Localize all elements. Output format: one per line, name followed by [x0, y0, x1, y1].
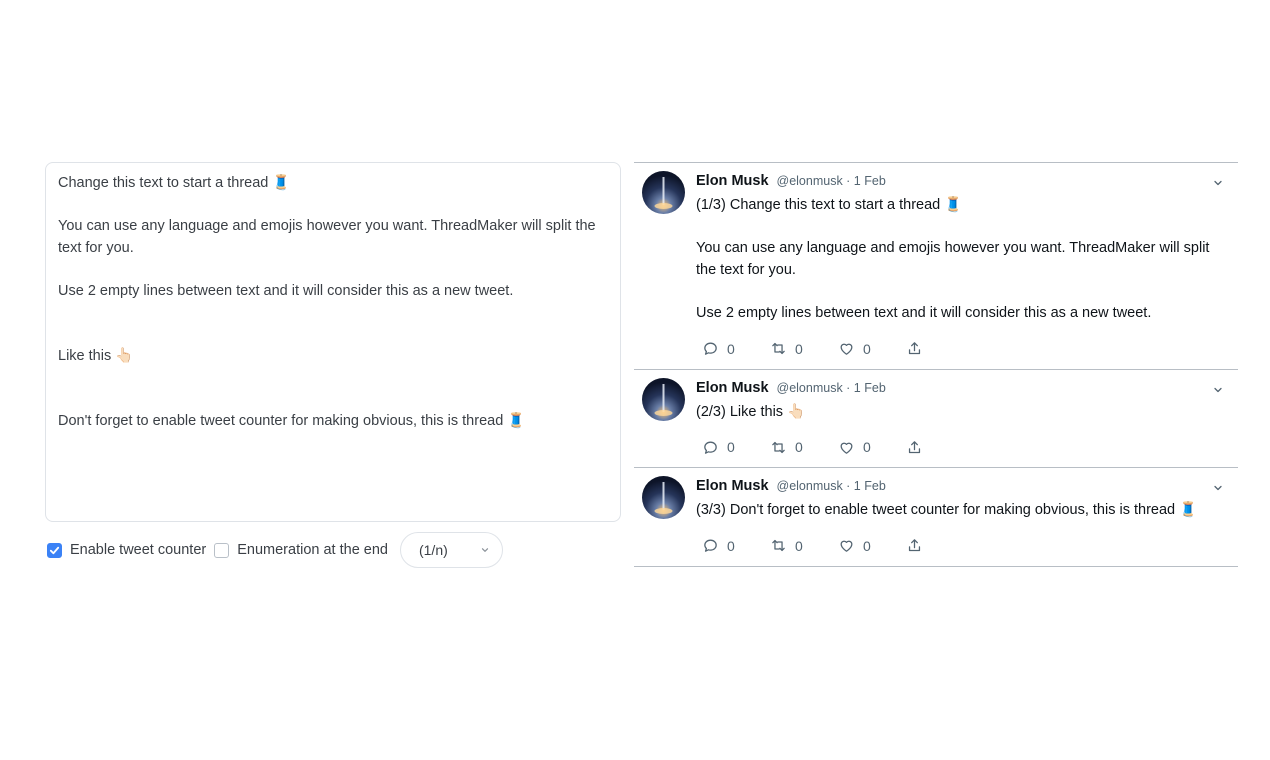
tweet-menu-button[interactable] — [1212, 383, 1224, 401]
rocket-launch-avatar-icon — [642, 476, 685, 520]
share-icon — [906, 340, 923, 357]
tweet-actions: 0 0 0 — [696, 339, 1222, 359]
author-meta: @elonmusk · 1 Feb — [776, 380, 886, 395]
tweet-card: Elon Musk @elonmusk · 1 Feb (2/3) Like t… — [634, 370, 1238, 469]
chevron-down-icon — [481, 548, 489, 552]
counter-format-value: (1/n) — [418, 542, 448, 558]
thread-options: Enable tweet counter Enumeration at the … — [47, 532, 503, 568]
reply-icon — [702, 537, 719, 554]
tweet-actions: 0 0 0 — [696, 437, 1222, 457]
reply-button[interactable]: 0 — [702, 340, 770, 357]
reply-count: 0 — [727, 439, 735, 456]
reply-button[interactable]: 0 — [702, 537, 770, 554]
retweet-button[interactable]: 0 — [770, 340, 838, 357]
tweet-header: Elon Musk @elonmusk · 1 Feb — [696, 478, 1222, 497]
rocket-launch-avatar-icon — [642, 171, 685, 214]
reply-count: 0 — [727, 537, 735, 554]
thread-text-editor[interactable]: Change this text to start a thread 🧵 You… — [45, 162, 621, 522]
avatar[interactable] — [642, 171, 685, 214]
author-meta: @elonmusk · 1 Feb — [776, 174, 886, 188]
chevron-down-icon — [1214, 180, 1222, 186]
avatar[interactable] — [642, 476, 685, 520]
share-button[interactable] — [906, 340, 974, 357]
retweet-button[interactable]: 0 — [770, 439, 838, 456]
heart-icon — [838, 439, 855, 456]
tweet-text: (1/3) Change this text to start a thread… — [696, 197, 1210, 321]
retweet-icon — [770, 439, 787, 456]
retweet-count: 0 — [795, 340, 803, 357]
rocket-launch-avatar-icon — [642, 377, 685, 421]
enumeration-checkbox[interactable] — [214, 542, 230, 558]
tweet-text: (3/3) Don't forget to enable tweet count… — [696, 502, 1198, 519]
thread-preview: Elon Musk @elonmusk · 1 Feb (1/3) Change… — [634, 162, 1238, 567]
counter-format-select[interactable]: (1/n) — [399, 532, 503, 568]
reply-count: 0 — [727, 340, 735, 357]
heart-icon — [838, 340, 855, 357]
tweet-menu-button[interactable] — [1212, 176, 1224, 194]
retweet-count: 0 — [795, 439, 803, 456]
like-button[interactable]: 0 — [838, 340, 906, 357]
check-icon — [49, 546, 60, 554]
tweet-counter-label[interactable]: Enable tweet counter — [70, 542, 206, 558]
share-icon — [906, 537, 923, 554]
share-button[interactable] — [906, 537, 974, 554]
reply-button[interactable]: 0 — [702, 439, 770, 456]
author-name[interactable]: Elon Musk — [696, 173, 769, 189]
chevron-down-icon — [1214, 486, 1222, 491]
heart-icon — [838, 537, 855, 554]
share-icon — [906, 439, 923, 456]
author-meta: @elonmusk · 1 Feb — [776, 479, 886, 494]
tweet-menu-button[interactable] — [1212, 481, 1224, 499]
retweet-icon — [770, 537, 787, 554]
reply-icon — [702, 439, 719, 456]
author-name[interactable]: Elon Musk — [696, 478, 769, 494]
tweet-header: Elon Musk @elonmusk · 1 Feb — [696, 380, 1222, 399]
like-count: 0 — [863, 340, 871, 357]
tweet-card: Elon Musk @elonmusk · 1 Feb (3/3) Don't … — [634, 468, 1238, 567]
tweet-actions: 0 0 0 — [696, 536, 1222, 556]
tweet-counter-checkbox[interactable] — [47, 542, 62, 558]
like-button[interactable]: 0 — [838, 439, 906, 456]
like-count: 0 — [863, 439, 871, 456]
retweet-icon — [770, 340, 787, 357]
author-name[interactable]: Elon Musk — [696, 380, 769, 396]
chevron-down-icon — [1214, 387, 1222, 392]
enumeration-label[interactable]: Enumeration at the end — [237, 542, 388, 558]
retweet-count: 0 — [795, 537, 803, 554]
avatar[interactable] — [642, 377, 685, 421]
reply-icon — [702, 340, 719, 357]
tweet-card: Elon Musk @elonmusk · 1 Feb (1/3) Change… — [634, 163, 1238, 370]
like-button[interactable]: 0 — [838, 537, 906, 554]
share-button[interactable] — [906, 439, 974, 456]
tweet-text: (2/3) Like this 👆🏻 — [696, 403, 806, 420]
like-count: 0 — [863, 537, 871, 554]
tweet-header: Elon Musk @elonmusk · 1 Feb — [696, 173, 1222, 192]
editor-text[interactable]: Change this text to start a thread 🧵 You… — [58, 173, 608, 432]
retweet-button[interactable]: 0 — [770, 537, 838, 554]
